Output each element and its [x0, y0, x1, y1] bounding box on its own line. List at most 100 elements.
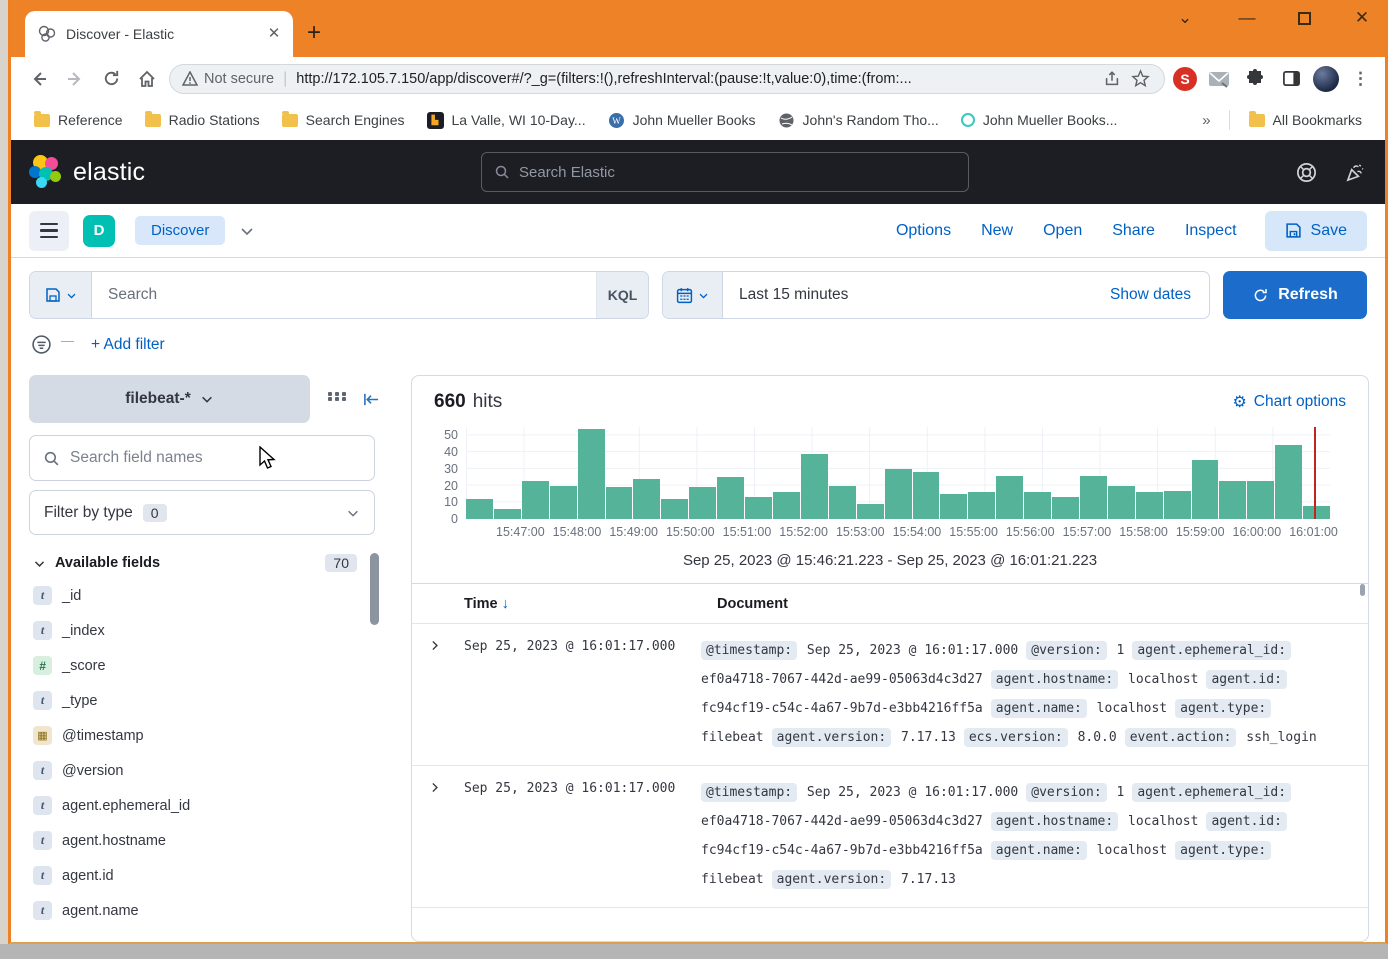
- all-bookmarks-button[interactable]: All Bookmarks: [1240, 108, 1371, 132]
- histogram-bar[interactable]: [550, 486, 577, 519]
- histogram-bar[interactable]: [913, 472, 940, 519]
- menu-inspect[interactable]: Inspect: [1185, 222, 1237, 240]
- elastic-search-input[interactable]: Search Elastic: [481, 152, 969, 192]
- field-item[interactable]: tagent.hostname: [29, 823, 381, 858]
- sidebar-scrollbar[interactable]: [370, 553, 379, 625]
- breadcrumb-discover[interactable]: Discover: [135, 216, 225, 245]
- save-button[interactable]: Save: [1265, 211, 1367, 251]
- tab-close-icon[interactable]: ✕: [265, 25, 283, 43]
- available-fields-header[interactable]: Available fields 70: [29, 554, 381, 572]
- histogram-bar[interactable]: [466, 499, 493, 519]
- refresh-button[interactable]: Refresh: [1223, 271, 1367, 319]
- column-time[interactable]: Time↓: [464, 596, 717, 612]
- reload-icon[interactable]: [97, 65, 125, 93]
- bookmark-item[interactable]: Search Engines: [273, 108, 414, 132]
- new-tab-button[interactable]: +: [307, 19, 321, 47]
- field-item[interactable]: ▦@timestamp: [29, 718, 381, 753]
- elastic-logo[interactable]: [29, 155, 63, 189]
- histogram-bar[interactable]: [885, 469, 912, 519]
- histogram-bar[interactable]: [1275, 445, 1302, 519]
- back-icon[interactable]: [25, 65, 53, 93]
- histogram-bar[interactable]: [578, 429, 605, 519]
- histogram-bar[interactable]: [829, 486, 856, 519]
- breadcrumb-chevron-icon[interactable]: [239, 223, 255, 239]
- menu-new[interactable]: New: [981, 222, 1013, 240]
- histogram-bar[interactable]: [1080, 476, 1107, 519]
- histogram-bar[interactable]: [661, 499, 688, 519]
- forward-icon[interactable]: [61, 65, 89, 93]
- field-item[interactable]: tagent.ephemeral_id: [29, 788, 381, 823]
- add-filter-button[interactable]: + Add filter: [91, 336, 165, 354]
- url-bar[interactable]: Not secure | http://172.105.7.150/app/di…: [169, 64, 1165, 94]
- space-badge[interactable]: D: [83, 215, 115, 247]
- bookmark-item[interactable]: WJohn Mueller Books: [599, 108, 765, 133]
- histogram-bar[interactable]: [494, 509, 521, 519]
- share-icon[interactable]: [1098, 65, 1126, 93]
- field-item[interactable]: #_score: [29, 648, 381, 683]
- expand-row-icon[interactable]: [428, 778, 464, 894]
- histogram-bar[interactable]: [773, 492, 800, 519]
- bookmark-star-icon[interactable]: [1126, 65, 1154, 93]
- histogram-bar[interactable]: [745, 497, 772, 519]
- histogram-bar[interactable]: [1192, 460, 1219, 519]
- histogram-bar[interactable]: [689, 487, 716, 519]
- histogram-bar[interactable]: [1052, 497, 1079, 519]
- browser-menu-icon[interactable]: ⋮: [1347, 65, 1375, 93]
- maximize-button[interactable]: [1298, 12, 1311, 25]
- saved-query-button[interactable]: [30, 272, 92, 318]
- news-icon[interactable]: [1344, 161, 1367, 184]
- bookmark-item[interactable]: ▙La Valle, WI 10-Day...: [418, 108, 595, 133]
- kql-language-button[interactable]: KQL: [596, 272, 648, 318]
- field-item[interactable]: t_index: [29, 613, 381, 648]
- help-icon[interactable]: [1295, 161, 1318, 184]
- histogram-bar[interactable]: [717, 477, 744, 519]
- histogram-bar[interactable]: [606, 487, 633, 519]
- extension-s-icon[interactable]: S: [1173, 67, 1197, 91]
- browser-tab[interactable]: Discover - Elastic ✕: [25, 11, 293, 57]
- profile-avatar[interactable]: [1313, 66, 1339, 92]
- bookmarks-overflow-icon[interactable]: »: [1194, 112, 1218, 129]
- histogram-bar[interactable]: [522, 481, 549, 519]
- bookmark-item[interactable]: John Mueller Books...: [952, 108, 1127, 132]
- histogram-bar[interactable]: [801, 454, 828, 519]
- expand-row-icon[interactable]: [428, 636, 464, 752]
- bookmark-item[interactable]: John's Random Tho...: [769, 108, 948, 133]
- histogram-bar[interactable]: [1303, 506, 1330, 519]
- histogram-bar[interactable]: [940, 494, 967, 519]
- close-window-button[interactable]: ✕: [1351, 8, 1373, 28]
- menu-hamburger-icon[interactable]: [29, 211, 69, 251]
- column-document[interactable]: Document: [717, 596, 788, 612]
- url-text[interactable]: http://172.105.7.150/app/discover#/?_g=(…: [296, 71, 1098, 87]
- histogram-bar[interactable]: [1219, 481, 1246, 519]
- filter-by-type-select[interactable]: Filter by type 0: [29, 490, 375, 535]
- field-item[interactable]: t@version: [29, 753, 381, 788]
- histogram-bar[interactable]: [857, 504, 884, 519]
- field-item[interactable]: t_id: [29, 578, 381, 613]
- table-scrollbar[interactable]: [1360, 584, 1365, 596]
- field-search-input[interactable]: Search field names: [29, 435, 375, 481]
- histogram-bar[interactable]: [1247, 481, 1274, 519]
- menu-options[interactable]: Options: [896, 222, 951, 240]
- bookmark-item[interactable]: Radio Stations: [136, 108, 269, 132]
- home-icon[interactable]: [133, 65, 161, 93]
- chart-options-button[interactable]: ⚙ Chart options: [1232, 392, 1346, 412]
- histogram-bar[interactable]: [633, 479, 660, 519]
- time-range-value[interactable]: Last 15 minutes: [723, 272, 1092, 318]
- kql-search-input[interactable]: Search: [92, 272, 596, 318]
- histogram-bar[interactable]: [1024, 492, 1051, 519]
- field-item[interactable]: t_type: [29, 683, 381, 718]
- index-pattern-select[interactable]: filebeat-*: [29, 375, 310, 423]
- histogram-bar[interactable]: [1164, 491, 1191, 519]
- collapse-sidebar-icon[interactable]: [362, 391, 381, 408]
- side-panel-icon[interactable]: [1277, 65, 1305, 93]
- histogram-bar[interactable]: [968, 492, 995, 519]
- menu-open[interactable]: Open: [1043, 222, 1082, 240]
- filter-icon[interactable]: [31, 334, 52, 355]
- show-dates-button[interactable]: Show dates: [1092, 272, 1209, 318]
- date-picker-button[interactable]: [663, 272, 723, 318]
- minimize-button[interactable]: —: [1236, 8, 1258, 28]
- tab-search-icon[interactable]: ⌄: [1174, 8, 1196, 28]
- field-item[interactable]: tagent.name: [29, 893, 381, 928]
- menu-share[interactable]: Share: [1112, 222, 1155, 240]
- histogram-bar[interactable]: [1136, 492, 1163, 519]
